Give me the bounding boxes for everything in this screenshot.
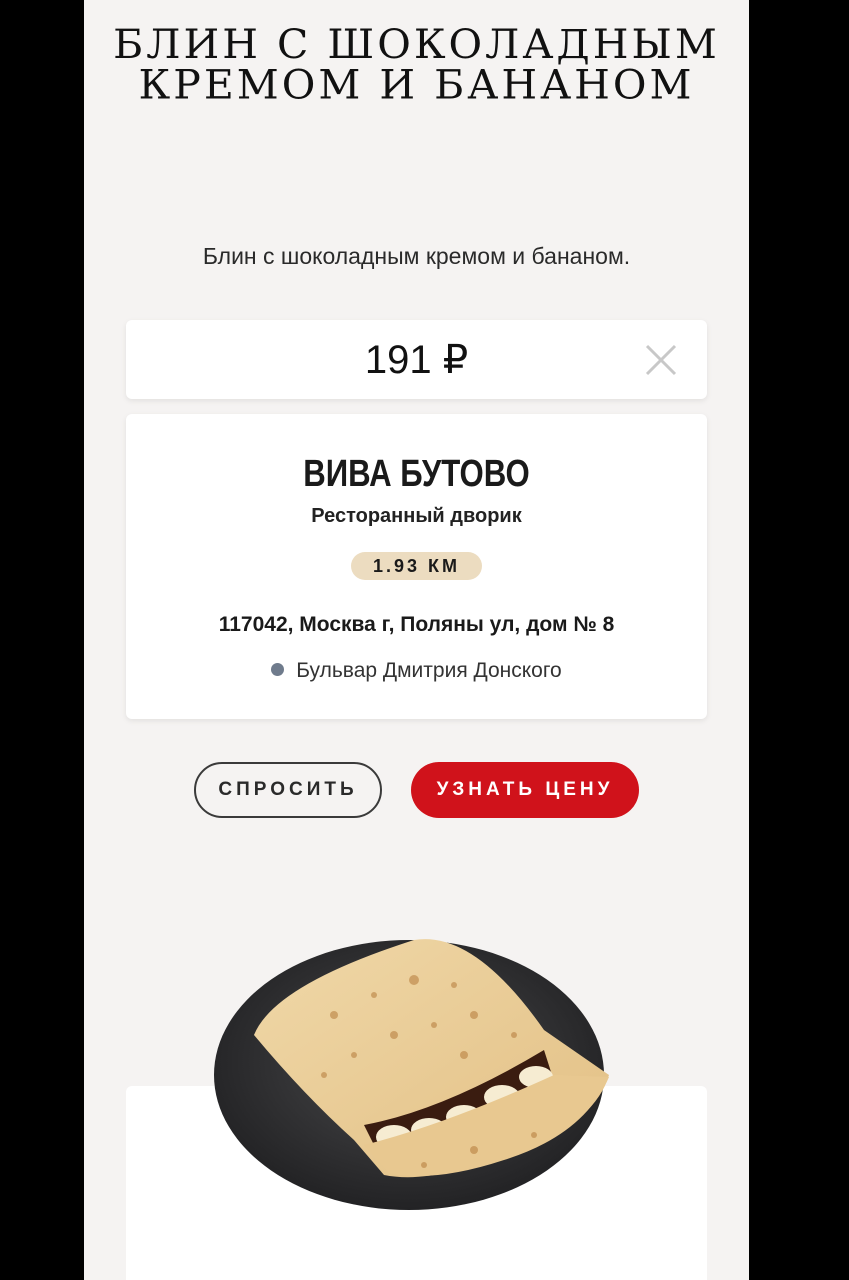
- store-address: 117042, Москва г, Поляны ул, дом № 8: [218, 613, 615, 636]
- distance-badge: 1.93 КМ: [351, 552, 482, 580]
- product-title: БЛИН С ШОКОЛАДНЫМ КРЕМОМ И БАНАНОМ: [113, 20, 720, 109]
- store-name: ВИВА БУТОВО: [303, 453, 530, 495]
- metro-dot-icon: [271, 663, 285, 676]
- product-price: 191 ₽: [364, 338, 469, 382]
- metro-station: Бульвар Дмитрия Донского: [126, 656, 707, 686]
- store-card[interactable]: ВИВА БУТОВО Ресторанный дворик 1.93 КМ 1…: [126, 414, 707, 719]
- price-card: 191 ₽: [126, 320, 707, 399]
- get-price-button[interactable]: УЗНАТЬ ЦЕНУ: [411, 762, 639, 818]
- product-page: БЛИН С ШОКОЛАДНЫМ КРЕМОМ И БАНАНОМ Блин …: [84, 0, 749, 1280]
- ask-button[interactable]: СПРОСИТЬ: [194, 762, 382, 818]
- metro-station-name: Бульвар Дмитрия Донского: [296, 659, 562, 682]
- close-icon: [645, 344, 677, 376]
- store-type: Ресторанный дворик: [311, 505, 522, 527]
- product-image: [214, 939, 609, 1210]
- close-button[interactable]: [643, 342, 679, 378]
- product-description: Блин с шоколадным кремом и бананом.: [202, 243, 631, 269]
